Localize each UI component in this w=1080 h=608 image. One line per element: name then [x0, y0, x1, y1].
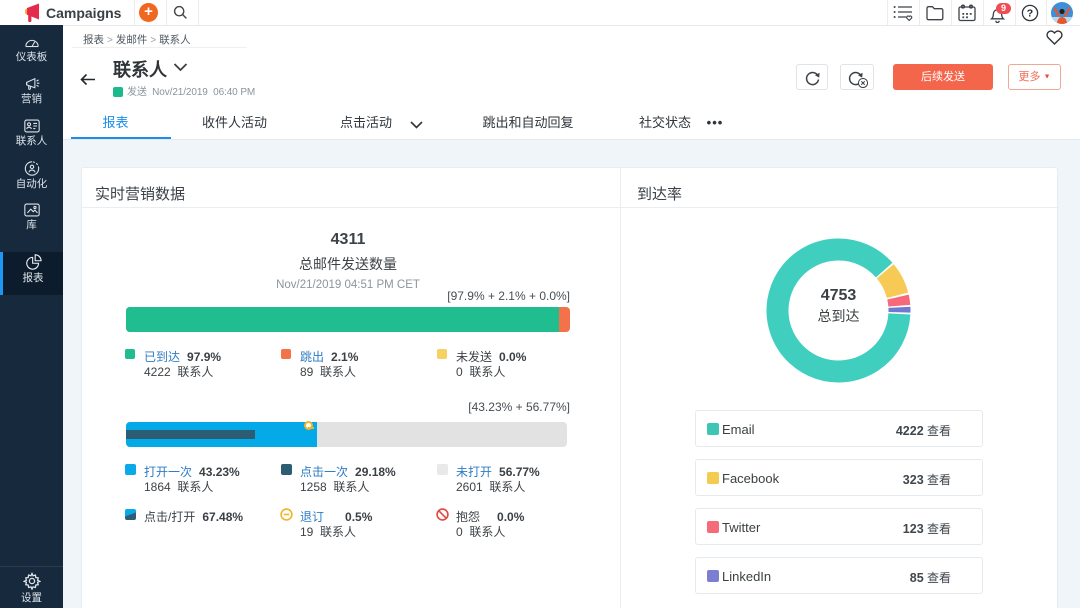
svg-text:?: ? — [1027, 8, 1033, 20]
